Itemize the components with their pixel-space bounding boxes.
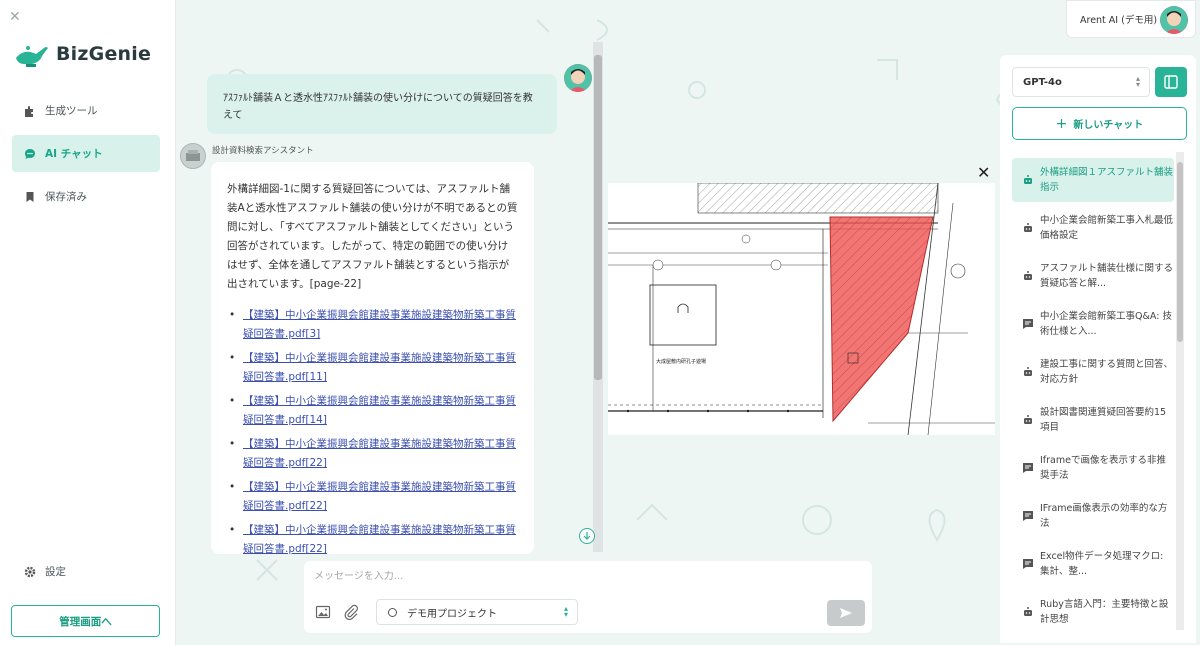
paperclip-icon[interactable]	[343, 604, 359, 621]
sidebar-panel-icon	[1164, 75, 1178, 89]
image-icon[interactable]	[315, 604, 331, 620]
close-preview-icon[interactable]: ✕	[977, 163, 990, 182]
user-name: Arent AI (デモ用)	[1080, 15, 1158, 26]
reference-link[interactable]: 【建築】中小企業振興会館建設事業施設建築物新築工事質疑回答書.pdf[22]	[243, 481, 516, 512]
scroll-to-bottom-button[interactable]	[579, 528, 595, 544]
brand-logo: BizGenie	[12, 40, 151, 68]
admin-button[interactable]: 管理画面へ	[11, 605, 160, 637]
reference-list: 【建築】中小企業振興会館建設事業施設建築物新築工事質疑回答書.pdf[3] 【建…	[227, 306, 518, 554]
reference-link[interactable]: 【建築】中小企業振興会館建設事業施設建築物新築工事質疑回答書.pdf[14]	[243, 395, 516, 426]
chevron-updown-icon: ▴ ▾	[563, 604, 568, 619]
settings-link[interactable]: 設定	[12, 553, 160, 590]
bot-icon	[1022, 414, 1034, 426]
history-item[interactable]: 中小企業会館新築工事入札最低価格設定	[1012, 206, 1174, 250]
sidebar-item-label: AI チャット	[45, 148, 103, 160]
user-menu[interactable]: Arent AI (デモ用)	[1066, 0, 1196, 38]
message-icon	[1022, 510, 1034, 522]
assistant-message-card: 外構詳細図-1に関する質疑回答については、アスファルト舗装Aと透水性アスファルト…	[211, 162, 534, 554]
settings-label: 設定	[45, 566, 66, 578]
list-item: 【建築】中小企業振興会館建設事業施設建築物新築工事質疑回答書.pdf[22]	[227, 478, 518, 516]
message-icon	[1022, 462, 1034, 474]
user-message-text: ｱｽﾌｧﾙﾄ舗装Ａと透水性ｱｽﾌｧﾙﾄ舗装の使い分けについての質疑回答を教えて	[223, 93, 533, 121]
list-item: 【建築】中小企業振興会館建設事業施設建築物新築工事質疑回答書.pdf[11]	[227, 349, 518, 387]
drawing-preview: 大成屋敷内研孔子遊場	[608, 183, 995, 435]
sidebar-item-label: 生成ツール	[45, 105, 98, 117]
reference-link[interactable]: 【建築】中小企業振興会館建設事業施設建築物新築工事質疑回答書.pdf[22]	[243, 524, 516, 554]
reference-link[interactable]: 【建築】中小企業振興会館建設事業施設建築物新築工事質疑回答書.pdf[22]	[243, 438, 516, 469]
bot-icon	[1022, 366, 1034, 378]
toggle-panel-button[interactable]	[1155, 67, 1187, 97]
user-message-bubble: ｱｽﾌｧﾙﾄ舗装Ａと透水性ｱｽﾌｧﾙﾄ舗装の使い分けについての質疑回答を教えて	[207, 74, 557, 134]
message-composer: デモ用プロジェクト ▴▾	[304, 561, 872, 633]
chat-scrollbar-thumb[interactable]	[594, 55, 602, 380]
bot-icon	[1022, 270, 1034, 282]
new-chat-button[interactable]: + 新しいチャット	[1012, 107, 1187, 140]
project-name: デモ用プロジェクト	[407, 608, 497, 620]
history-item[interactable]: Excel物件データ処理マクロ: 集計、整...	[1012, 542, 1174, 586]
model-select[interactable]: GPT-4o ▴ ▾	[1012, 67, 1150, 97]
chevron-updown-icon: ▴ ▾	[1135, 74, 1140, 89]
brand-name: BizGenie	[56, 43, 152, 65]
bot-icon	[1022, 174, 1034, 186]
send-icon	[840, 608, 852, 618]
list-item: 【建築】中小企業振興会館建設事業施設建築物新築工事質疑回答書.pdf[3]	[227, 306, 518, 344]
reference-link[interactable]: 【建築】中小企業振興会館建設事業施設建築物新築工事質疑回答書.pdf[3]	[243, 309, 516, 340]
list-item: 【建築】中小企業振興会館建設事業施設建築物新築工事質疑回答書.pdf[14]	[227, 392, 518, 430]
gear-icon	[24, 566, 36, 578]
list-item: 【建築】中小企業振興会館建設事業施設建築物新築工事質疑回答書.pdf[22]	[227, 521, 518, 554]
history-item[interactable]: 設計図書関連質疑回答要約15項目	[1012, 398, 1174, 442]
plus-icon: +	[1055, 115, 1068, 132]
history-item[interactable]: Ruby言語入門：主要特徴と設計思想	[1012, 590, 1174, 634]
history-item[interactable]: 建設工事に関する質問と回答、対応方針	[1012, 350, 1174, 394]
message-icon	[1022, 558, 1034, 570]
sidebar-item-label: 保存済み	[45, 191, 87, 203]
assistant-answer-text: 外構詳細図-1に関する質疑回答については、アスファルト舗装Aと透水性アスファルト…	[227, 183, 518, 290]
project-select[interactable]: デモ用プロジェクト ▴ ▾	[376, 599, 578, 625]
message-icon	[1022, 318, 1034, 330]
bookmark-icon	[24, 191, 36, 203]
sidebar: ✕ BizGenie 生成ツール AI チャット 保存済み 設定 管理画面へ	[0, 0, 176, 645]
project-icon	[388, 608, 397, 617]
history-item[interactable]: Iframeで画像を表示する非推奨手法	[1012, 446, 1174, 490]
assistant-name: 設計資料検索アシスタント	[212, 146, 314, 156]
history-item[interactable]: 外構詳細図１アスファルト舗装指示	[1012, 158, 1174, 202]
avatar	[564, 64, 592, 92]
history-item[interactable]: IFrame画像表示の効率的な方法	[1012, 494, 1174, 538]
model-name: GPT-4o	[1023, 76, 1062, 88]
message-input[interactable]	[314, 571, 814, 582]
arrow-down-icon	[583, 532, 591, 540]
bot-icon	[1022, 606, 1034, 618]
room-label: 大成屋敷内研孔子遊場	[656, 358, 706, 365]
assistant-avatar	[180, 143, 206, 169]
new-chat-label: 新しいチャット	[1073, 120, 1144, 131]
sidebar-item-saved[interactable]: 保存済み	[12, 178, 160, 215]
reference-link[interactable]: 【建築】中小企業振興会館建設事業施設建築物新築工事質疑回答書.pdf[11]	[243, 352, 516, 383]
chat-history-panel: GPT-4o ▴ ▾ + 新しいチャット 外構詳細図１アスファルト舗装指示 中小企…	[1000, 55, 1196, 643]
sidebar-item-tools[interactable]: 生成ツール	[12, 92, 160, 129]
close-sidebar-icon[interactable]: ✕	[9, 10, 23, 24]
avatar	[1160, 6, 1188, 34]
history-item[interactable]: アスファルト舗装仕様に関する質疑応答と解...	[1012, 254, 1174, 298]
bot-icon	[1022, 222, 1034, 234]
site-plan-drawing: 大成屋敷内研孔子遊場	[608, 183, 995, 435]
send-button[interactable]	[827, 600, 865, 626]
puzzle-icon	[24, 105, 36, 117]
chat-icon	[24, 148, 36, 160]
lamp-icon	[16, 46, 48, 67]
sidebar-item-ai-chat[interactable]: AI チャット	[12, 135, 160, 172]
history-scrollbar-thumb[interactable]	[1177, 162, 1183, 342]
history-item[interactable]: 中小企業会館新築工事Q&A: 技術仕様と入...	[1012, 302, 1174, 346]
list-item: 【建築】中小企業振興会館建設事業施設建築物新築工事質疑回答書.pdf[22]	[227, 435, 518, 473]
